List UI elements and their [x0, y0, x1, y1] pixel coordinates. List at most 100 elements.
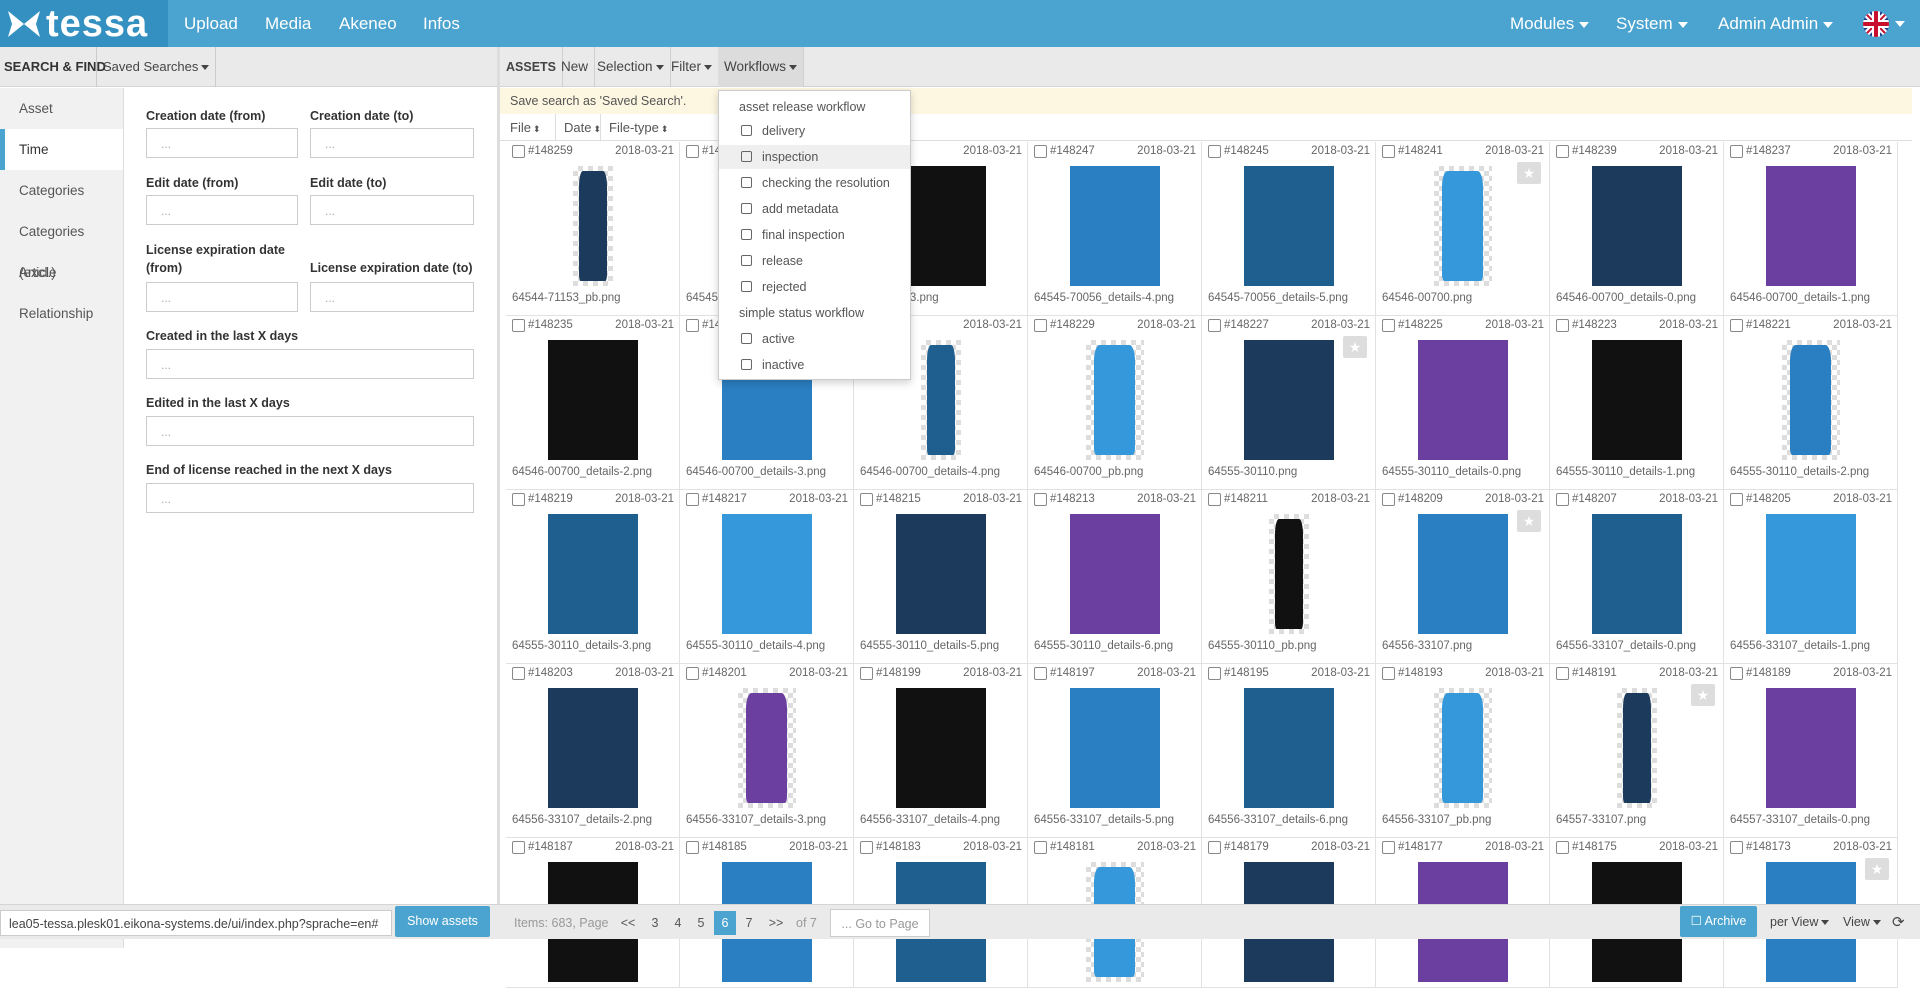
edit-to-input[interactable]: ... [310, 195, 474, 225]
nav-infos[interactable]: Infos [423, 0, 460, 47]
tab-categories[interactable]: Categories [0, 170, 123, 211]
asset-tile[interactable]: #148239 2018-03-21 64546-00700_details-0.p… [1550, 142, 1724, 316]
asset-thumbnail[interactable] [547, 514, 638, 634]
asset-thumbnail[interactable] [1085, 340, 1144, 460]
asset-checkbox[interactable] [512, 319, 525, 332]
asset-thumbnail[interactable] [1243, 166, 1334, 286]
star-icon[interactable]: ★ [1343, 336, 1367, 358]
selection-dropdown[interactable]: Selection [591, 47, 671, 87]
asset-checkbox[interactable] [1382, 493, 1395, 506]
asset-thumbnail[interactable] [547, 340, 638, 460]
asset-tile[interactable]: #148201 2018-03-21 64556-33107_details-3.p… [680, 664, 854, 838]
asset-thumbnail[interactable] [895, 688, 986, 808]
asset-checkbox[interactable] [686, 493, 699, 506]
asset-checkbox[interactable] [1208, 493, 1221, 506]
asset-tile[interactable]: #148209 2018-03-21 ★ 64556-33107.png [1376, 490, 1550, 664]
asset-tile[interactable]: #148203 2018-03-21 64556-33107_details-2.p… [506, 664, 680, 838]
asset-thumbnail[interactable] [1069, 688, 1160, 808]
asset-tile[interactable]: #148223 2018-03-21 64555-30110_details-1.p… [1550, 316, 1724, 490]
star-icon[interactable]: ★ [1691, 684, 1715, 706]
asset-checkbox[interactable] [1382, 145, 1395, 158]
license-to-input[interactable]: ... [310, 282, 474, 312]
page-7[interactable]: 7 [738, 911, 760, 935]
asset-checkbox[interactable] [512, 841, 525, 854]
asset-thumbnail[interactable] [1765, 166, 1856, 286]
edited-last-input[interactable]: ... [146, 416, 474, 446]
asset-checkbox[interactable] [1556, 145, 1569, 158]
asset-thumbnail[interactable] [737, 688, 796, 808]
saved-searches-dropdown[interactable]: Saved Searches [96, 47, 217, 87]
asset-tile[interactable]: #148213 2018-03-21 64555-30110_details-6.p… [1028, 490, 1202, 664]
tab-time[interactable]: Time [0, 129, 123, 170]
asset-checkbox[interactable] [1208, 319, 1221, 332]
asset-checkbox[interactable] [1034, 667, 1047, 680]
workflow-item-inactive[interactable]: inactive [719, 353, 910, 377]
nav-user[interactable]: Admin Admin [1718, 0, 1834, 47]
license-from-input[interactable]: ... [146, 282, 298, 312]
star-icon[interactable]: ★ [1865, 858, 1889, 880]
sort-file-button[interactable]: File ⬍ [510, 114, 541, 141]
asset-checkbox[interactable] [1730, 667, 1743, 680]
nav-akeneo[interactable]: Akeneo [339, 0, 397, 47]
asset-tile[interactable]: #148191 2018-03-21 ★ 64557-33107.png [1550, 664, 1724, 838]
asset-thumbnail[interactable] [895, 514, 986, 634]
new-button[interactable]: New [555, 47, 596, 87]
asset-checkbox[interactable] [1730, 145, 1743, 158]
asset-thumbnail[interactable] [1616, 688, 1657, 808]
page-4[interactable]: 4 [667, 911, 689, 935]
asset-thumbnail[interactable] [1765, 688, 1856, 808]
asset-thumbnail[interactable] [920, 340, 961, 460]
asset-checkbox[interactable] [1730, 493, 1743, 506]
asset-thumbnail[interactable] [1591, 514, 1682, 634]
asset-checkbox[interactable] [860, 493, 873, 506]
page-5[interactable]: 5 [690, 911, 712, 935]
asset-checkbox[interactable] [1382, 841, 1395, 854]
asset-checkbox[interactable] [1556, 319, 1569, 332]
asset-checkbox[interactable] [1556, 841, 1569, 854]
asset-thumbnail[interactable] [1069, 166, 1160, 286]
tab-article[interactable]: Article [0, 252, 123, 293]
nav-modules[interactable]: Modules [1510, 0, 1590, 47]
asset-thumbnail[interactable] [721, 514, 812, 634]
goto-page-input[interactable]: ... Go to Page [830, 909, 930, 937]
asset-tile[interactable]: #148245 2018-03-21 64545-70056_details-5.p… [1202, 142, 1376, 316]
asset-tile[interactable]: #148197 2018-03-21 64556-33107_details-5.p… [1028, 664, 1202, 838]
page-6-current[interactable]: 6 [714, 911, 736, 935]
view-dropdown[interactable]: View [1843, 905, 1881, 940]
asset-tile[interactable]: #148225 2018-03-21 64555-30110_details-0.p… [1376, 316, 1550, 490]
asset-tile[interactable]: #148215 2018-03-21 64555-30110_details-5.p… [854, 490, 1028, 664]
last-page-button[interactable]: >> [762, 911, 790, 935]
asset-checkbox[interactable] [686, 145, 699, 158]
star-icon[interactable]: ★ [1517, 510, 1541, 532]
asset-checkbox[interactable] [1208, 841, 1221, 854]
asset-tile[interactable]: #148241 2018-03-21 ★ 64546-00700.png [1376, 142, 1550, 316]
asset-thumbnail[interactable] [572, 166, 613, 286]
workflow-item-delivery[interactable]: delivery [719, 119, 910, 143]
workflow-item-rejected[interactable]: rejected [719, 275, 910, 299]
workflow-item-add-metadata[interactable]: add metadata [719, 197, 910, 221]
page-3[interactable]: 3 [644, 911, 666, 935]
asset-checkbox[interactable] [686, 667, 699, 680]
asset-tile[interactable]: #148219 2018-03-21 64555-30110_details-3.p… [506, 490, 680, 664]
asset-tile[interactable]: #148227 2018-03-21 ★ 64555-30110.png [1202, 316, 1376, 490]
asset-checkbox[interactable] [512, 493, 525, 506]
per-view-dropdown[interactable]: per View [1770, 905, 1830, 940]
nav-upload[interactable]: Upload [184, 0, 238, 47]
asset-thumbnail[interactable] [1781, 340, 1840, 460]
asset-thumbnail[interactable] [1243, 688, 1334, 808]
asset-checkbox[interactable] [1034, 841, 1047, 854]
workflow-item-final-inspection[interactable]: final inspection [719, 223, 910, 247]
asset-checkbox[interactable] [860, 667, 873, 680]
star-icon[interactable]: ★ [1517, 162, 1541, 184]
asset-checkbox[interactable] [1382, 319, 1395, 332]
asset-thumbnail[interactable] [1268, 514, 1309, 634]
created-last-input[interactable]: ... [146, 349, 474, 379]
asset-tile[interactable]: #148237 2018-03-21 64546-00700_details-1.p… [1724, 142, 1898, 316]
workflow-item-active[interactable]: active [719, 327, 910, 351]
archive-button[interactable]: ☐ Archive [1680, 906, 1757, 937]
asset-thumbnail[interactable] [547, 688, 638, 808]
asset-thumbnail[interactable] [1765, 514, 1856, 634]
asset-tile[interactable]: #148235 2018-03-21 64546-00700_details-2.p… [506, 316, 680, 490]
language-selector[interactable] [1862, 0, 1905, 47]
asset-thumbnail[interactable] [1417, 340, 1508, 460]
